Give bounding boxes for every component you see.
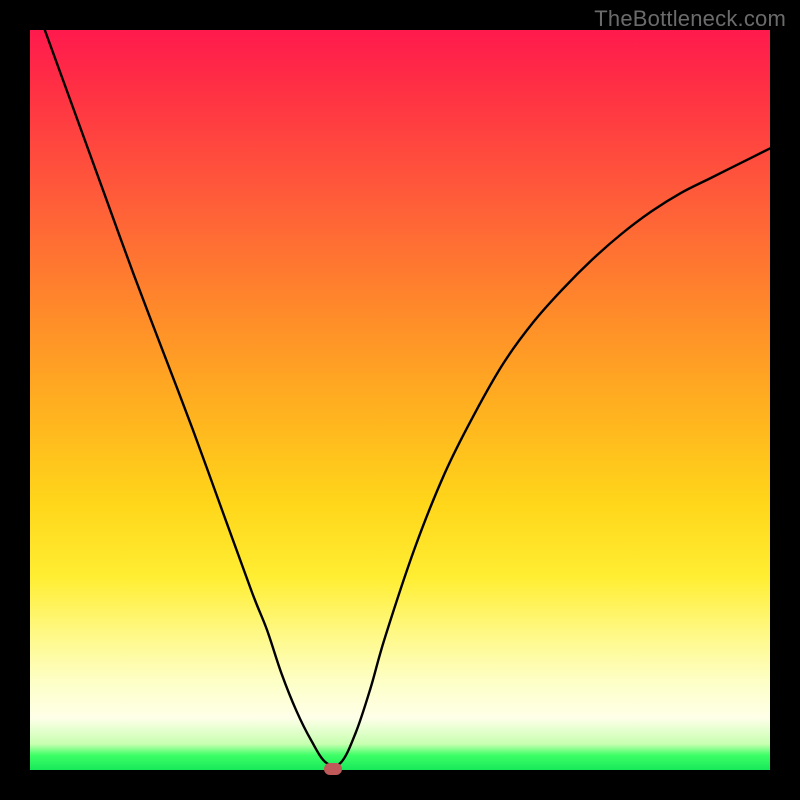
bottleneck-curve xyxy=(45,30,770,766)
chart-frame: TheBottleneck.com xyxy=(0,0,800,800)
watermark-text: TheBottleneck.com xyxy=(594,6,786,32)
curve-svg xyxy=(30,30,770,770)
min-marker xyxy=(324,763,342,775)
plot-area xyxy=(30,30,770,770)
